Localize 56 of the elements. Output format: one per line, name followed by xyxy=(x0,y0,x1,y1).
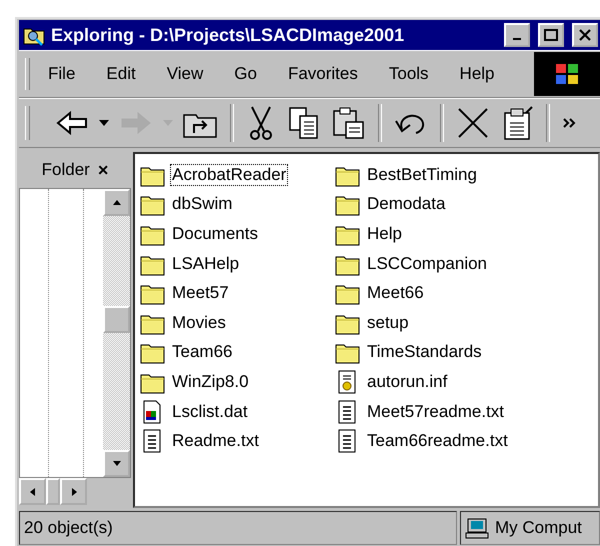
file-name[interactable]: Demodata xyxy=(365,193,448,216)
down-arrow-icon xyxy=(112,458,122,468)
left-arrow-icon xyxy=(28,486,38,496)
menu-item[interactable]: Favorites xyxy=(288,64,358,84)
menu-item[interactable]: File xyxy=(48,64,76,84)
window-title: Exploring - D:\Projects\LSACDImage2001 xyxy=(51,24,406,46)
file-name[interactable]: setup xyxy=(365,312,411,334)
minimize-icon xyxy=(513,38,521,40)
maximize-icon xyxy=(544,29,558,41)
file-name[interactable]: Help xyxy=(365,222,404,245)
file-name[interactable]: Lsclist.dat xyxy=(170,400,250,423)
file-name[interactable]: BestBetTiming xyxy=(365,164,479,186)
scroll-thumb[interactable] xyxy=(103,306,130,333)
maximize-button[interactable] xyxy=(538,23,564,47)
file-name[interactable]: AcrobatReader xyxy=(170,164,288,186)
file-name[interactable]: Movies xyxy=(170,312,228,334)
close-icon xyxy=(579,29,591,41)
location-label: My Comput xyxy=(495,518,582,538)
properties-icon xyxy=(502,105,534,141)
scroll-left-button[interactable] xyxy=(19,478,46,505)
file-name[interactable]: LSAHelp xyxy=(170,252,242,275)
minimize-button[interactable] xyxy=(504,23,530,47)
file-name[interactable]: autorun.inf xyxy=(365,370,450,393)
back-arrow-icon xyxy=(54,110,90,136)
up-arrow-icon xyxy=(112,198,122,208)
file-name[interactable]: Meet57readme.txt xyxy=(365,400,506,423)
file-name[interactable]: Readme.txt xyxy=(170,430,261,452)
scroll-right-button[interactable] xyxy=(60,478,87,505)
file-name[interactable]: Team66 xyxy=(170,341,234,364)
scroll-thumb[interactable] xyxy=(46,478,60,505)
menu-item[interactable]: Tools xyxy=(388,64,429,84)
pane-title: Folder xyxy=(42,160,90,180)
scroll-up-button[interactable] xyxy=(103,189,130,216)
pane-close-button[interactable]: × xyxy=(98,160,108,180)
file-name[interactable]: WinZip8.0 xyxy=(170,370,251,393)
delete-x-icon xyxy=(456,106,490,140)
menu-item[interactable]: Edit xyxy=(106,64,136,84)
file-name[interactable]: Meet57 xyxy=(170,282,231,304)
file-name[interactable]: Documents xyxy=(170,222,260,245)
file-name[interactable]: dbSwim xyxy=(170,193,234,216)
menu-item[interactable]: View xyxy=(166,64,204,84)
computer-icon xyxy=(465,517,489,539)
copy-icon xyxy=(288,106,320,140)
scroll-down-button[interactable] xyxy=(103,450,130,477)
menu-item[interactable]: Go xyxy=(234,64,257,84)
file-name[interactable]: Meet66 xyxy=(365,282,426,304)
close-button[interactable] xyxy=(572,23,598,47)
dropdown-caret-icon xyxy=(98,119,110,127)
paste-icon xyxy=(332,106,366,140)
file-name[interactable]: TimeStandards xyxy=(365,341,484,364)
file-name[interactable]: Team66readme.txt xyxy=(365,430,510,452)
chevron-icon xyxy=(562,117,576,129)
object-count: 20 object(s) xyxy=(24,518,113,538)
flag-icon xyxy=(553,61,581,87)
menu-item[interactable]: Help xyxy=(460,64,495,84)
file-name[interactable]: LSCCompanion xyxy=(365,252,490,275)
